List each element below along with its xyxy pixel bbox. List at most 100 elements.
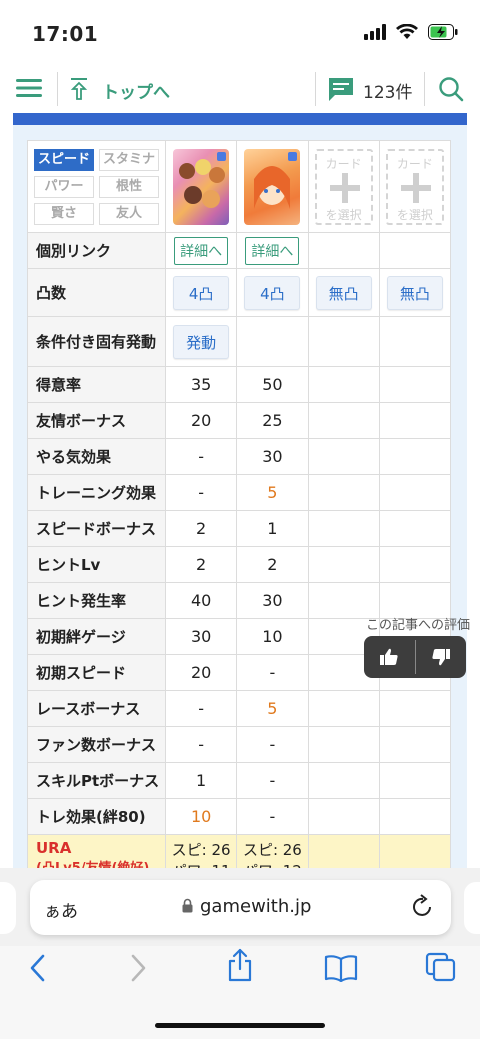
table-row: トレーニング効果 - 5 xyxy=(27,474,452,511)
type-filter-tab[interactable]: 根性 xyxy=(99,175,159,198)
stat-value: - xyxy=(269,663,276,682)
select-card-text-2: を選択 xyxy=(325,207,362,222)
stat-value: 10 xyxy=(262,627,283,646)
support-card-image[interactable] xyxy=(244,148,301,225)
row-label: スキルPtボーナス xyxy=(27,762,166,799)
stat-value: 5 xyxy=(267,483,278,502)
stat-value: 1 xyxy=(196,771,207,790)
value-cell: 30 xyxy=(236,438,309,475)
value-cell: 2 xyxy=(236,546,309,583)
back-icon[interactable] xyxy=(28,954,46,986)
limit-break-select[interactable]: 無凸 xyxy=(315,275,372,310)
select-card-text-2: を選択 xyxy=(396,207,433,222)
card-header-row: スピード スタミナ パワー 根性 賢さ 友人 カード を選択 カード を選択 xyxy=(27,140,452,233)
value-cell: 20 xyxy=(164,402,238,439)
prev-tab-peek[interactable] xyxy=(0,882,16,934)
next-tab-peek[interactable] xyxy=(464,882,480,934)
value-cell: - xyxy=(236,726,309,763)
support-card-compare-table: スピード スタミナ パワー 根性 賢さ 友人 カード を選択 カード を選択 個… xyxy=(27,140,452,883)
limit-break-select[interactable]: 4凸 xyxy=(173,275,230,310)
value-cell: 20 xyxy=(164,654,238,691)
tabs-icon[interactable] xyxy=(425,952,457,986)
forward-icon[interactable] xyxy=(130,954,148,986)
card-slot-2[interactable] xyxy=(236,140,309,233)
card-slot-4[interactable]: カード を選択 xyxy=(378,140,452,233)
support-card-image[interactable] xyxy=(173,148,230,225)
scroll-top-icon[interactable] xyxy=(70,77,88,105)
empty-card-slot[interactable]: カード を選択 xyxy=(314,148,373,225)
type-filter-tab[interactable]: スピード xyxy=(34,148,94,171)
table-row: スキルPtボーナス 1 - xyxy=(27,762,452,799)
type-filter-tab[interactable]: パワー xyxy=(34,175,94,198)
wifi-icon xyxy=(396,23,418,44)
type-filter-tab[interactable]: 賢さ xyxy=(34,202,94,225)
hamburger-menu-icon[interactable] xyxy=(16,78,42,102)
detail-link-button[interactable]: 詳細へ xyxy=(174,236,229,265)
stat-value: 20 xyxy=(190,411,212,430)
value-cell: 30 xyxy=(164,618,238,655)
thumbs-down-icon xyxy=(432,649,450,666)
thumbs-up-button[interactable] xyxy=(364,636,415,678)
value-cell xyxy=(378,232,452,269)
value-cell xyxy=(378,798,452,835)
comments-count[interactable]: 123件 xyxy=(363,78,412,103)
rating-label: この記事への評価 xyxy=(366,618,471,633)
url-text[interactable]: gamewith.jp xyxy=(200,896,311,917)
plus-icon xyxy=(400,172,431,203)
stat-value: 50 xyxy=(262,375,283,394)
card-slot-3[interactable]: カード を選択 xyxy=(307,140,380,233)
row-label: 凸数 xyxy=(27,268,166,317)
stat-value: - xyxy=(198,447,205,466)
value-cell xyxy=(378,316,452,367)
cellular-signal-icon xyxy=(364,24,386,44)
table-row: レースボーナス - 5 xyxy=(27,690,452,727)
limit-break-select[interactable]: 4凸 xyxy=(244,275,301,310)
share-icon[interactable] xyxy=(226,948,254,986)
row-label: 初期絆ゲージ xyxy=(27,618,166,655)
header-divider xyxy=(424,72,425,106)
reload-icon[interactable] xyxy=(412,894,434,922)
card-slot-1[interactable] xyxy=(164,140,238,233)
comments-icon[interactable] xyxy=(327,76,355,106)
ura-stat-line: スピ: 26 xyxy=(242,841,302,859)
detail-link-button[interactable]: 詳細へ xyxy=(245,236,300,265)
stat-value: - xyxy=(269,735,276,754)
value-cell: 2 xyxy=(164,510,238,547)
site-header: トップへ 123件 xyxy=(0,66,480,112)
value-cell xyxy=(378,366,452,403)
value-cell: 1 xyxy=(164,762,238,799)
stat-value: - xyxy=(198,483,205,502)
limit-break-select[interactable]: 無凸 xyxy=(386,275,443,310)
value-cell: 10 xyxy=(164,798,238,835)
trigger-toggle-button[interactable]: 発動 xyxy=(173,324,230,359)
value-cell: 50 xyxy=(236,366,309,403)
value-cell xyxy=(378,690,452,727)
select-card-text-1: カード xyxy=(396,156,433,171)
header-divider xyxy=(57,72,58,106)
value-cell: 2 xyxy=(164,546,238,583)
search-icon[interactable] xyxy=(438,76,464,106)
address-bar[interactable]: ぁあ gamewith.jp xyxy=(30,880,451,935)
stat-value: 10 xyxy=(190,807,212,826)
table-row: やる気効果 - 30 xyxy=(27,438,452,475)
value-cell xyxy=(307,798,380,835)
value-cell xyxy=(378,546,452,583)
row-label: トレーニング効果 xyxy=(27,474,166,511)
rating-widget xyxy=(364,636,466,678)
value-cell: - xyxy=(164,438,238,475)
stat-value: - xyxy=(198,735,205,754)
home-indicator xyxy=(155,1023,325,1028)
value-cell: 4凸 xyxy=(164,268,238,317)
page-settings-button[interactable]: ぁあ xyxy=(44,897,78,922)
bookmarks-icon[interactable] xyxy=(324,954,358,986)
select-card-text-1: カード xyxy=(325,156,362,171)
table-row: 得意率 35 50 xyxy=(27,366,452,403)
thumbs-down-button[interactable] xyxy=(416,636,467,678)
empty-card-slot[interactable]: カード を選択 xyxy=(385,148,444,225)
table-row: 凸数 4凸 4凸 無凸 無凸 xyxy=(27,268,452,317)
type-filter-tab[interactable]: スタミナ xyxy=(99,148,159,171)
row-label: 個別リンク xyxy=(27,232,166,269)
value-cell: 4凸 xyxy=(236,268,309,317)
type-filter-tab[interactable]: 友人 xyxy=(99,202,159,225)
top-link[interactable]: トップへ xyxy=(102,78,170,103)
